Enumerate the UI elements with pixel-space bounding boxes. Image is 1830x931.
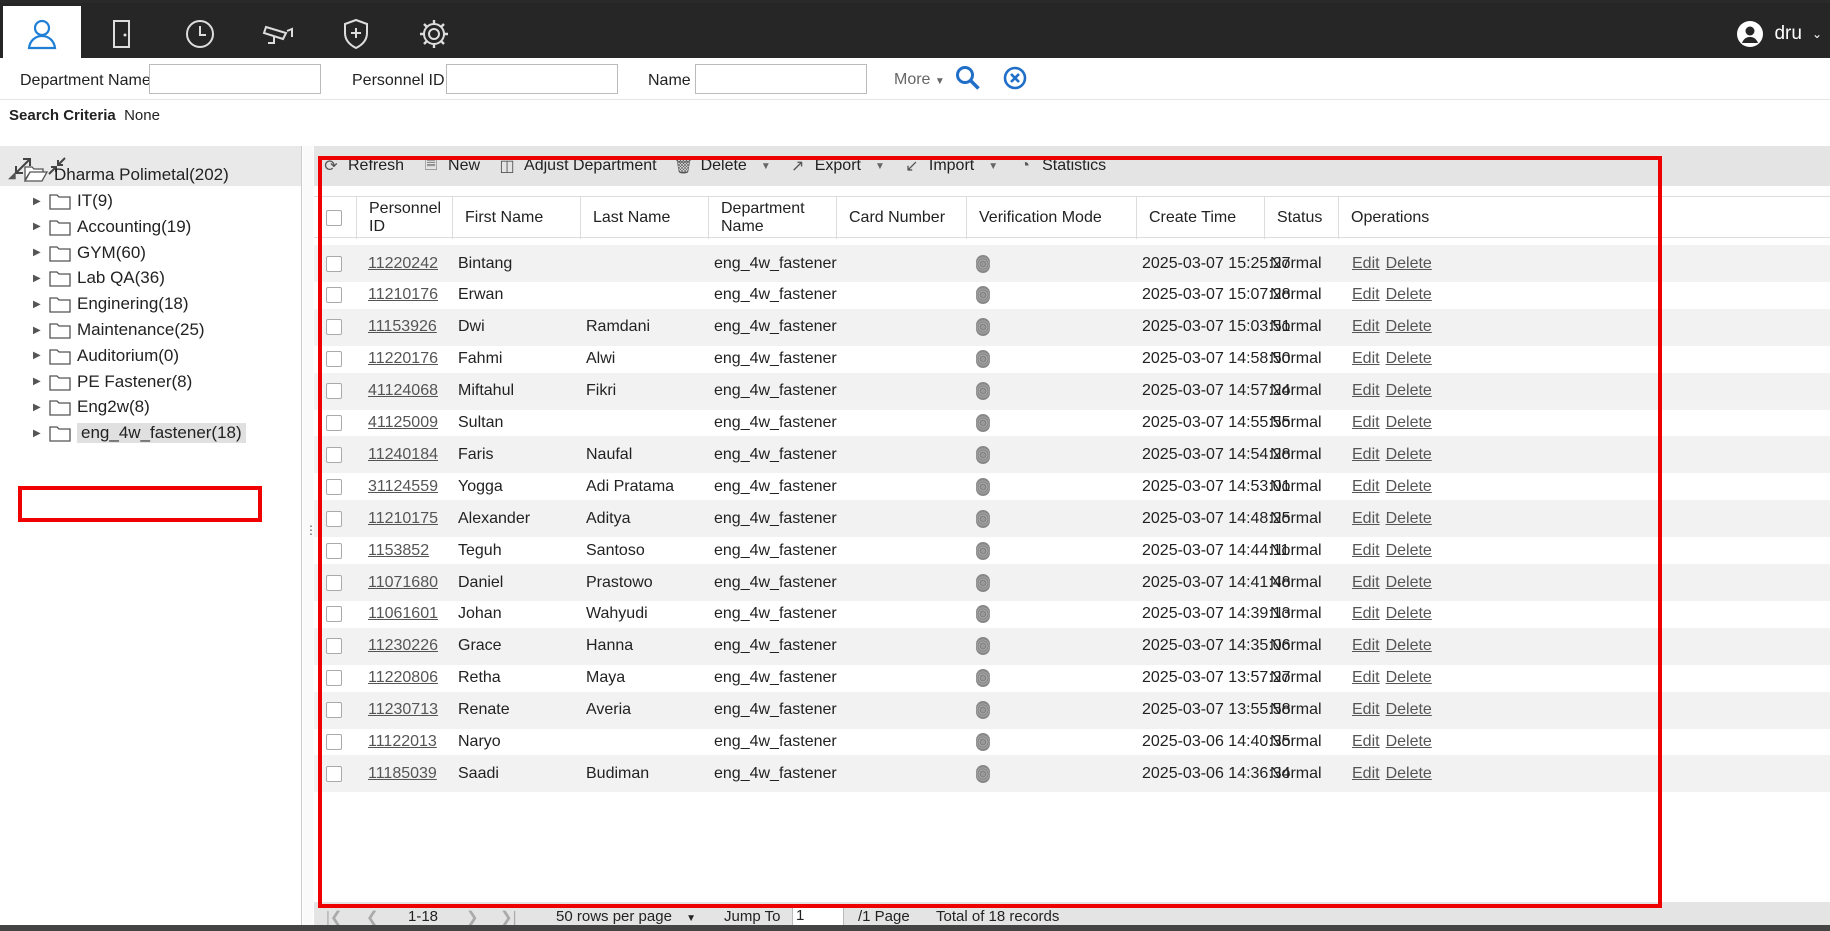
gear-icon xyxy=(420,19,448,48)
page-count: /1 Page xyxy=(858,908,910,925)
more-filters-button[interactable]: More ▼ xyxy=(894,71,945,89)
tree-item[interactable]: ▶ Lab QA(36) xyxy=(33,265,165,291)
door-icon xyxy=(113,19,130,48)
personnel-nav-button[interactable] xyxy=(3,6,81,61)
tree-item[interactable]: ▶ IT(9) xyxy=(33,188,113,214)
folder-icon xyxy=(49,218,71,236)
system-nav-button[interactable] xyxy=(395,6,473,61)
more-label: More xyxy=(894,71,931,88)
window-bottom-border xyxy=(0,925,1830,931)
caret-right-icon[interactable]: ▶ xyxy=(33,376,43,387)
cctv-icon xyxy=(262,25,293,44)
clock-icon xyxy=(186,19,214,48)
shield-plus-icon xyxy=(344,18,368,49)
search-icon[interactable] xyxy=(955,65,981,91)
folder-icon xyxy=(49,295,71,313)
tree-item[interactable]: ▶ eng_4w_fastener(18) xyxy=(33,420,246,446)
caret-down-icon: ▼ xyxy=(686,913,696,924)
search-bar: Department Name Personnel ID Name More ▼ xyxy=(0,58,1830,100)
rows-per-page-value: 50 rows per page xyxy=(556,908,672,925)
page-range: 1-18 xyxy=(408,908,439,925)
name-label: Name xyxy=(648,72,691,89)
tree-item[interactable]: ▶ Accounting(19) xyxy=(33,214,191,240)
highlight-box-grid xyxy=(318,156,1662,908)
person-icon xyxy=(27,19,57,49)
caret-right-icon[interactable]: ▶ xyxy=(33,247,43,258)
caret-right-icon[interactable]: ▶ xyxy=(33,350,43,361)
tree-item[interactable]: ▶ GYM(60) xyxy=(33,240,146,266)
department-name-input[interactable] xyxy=(149,64,321,94)
tree-root-item[interactable]: ◢ Dharma Polimetal(202) xyxy=(8,162,229,188)
tree-item[interactable]: ▶ Maintenance(25) xyxy=(33,317,205,343)
tree-item-label: Maintenance(25) xyxy=(77,320,205,339)
folder-icon xyxy=(49,192,71,210)
attendance-nav-button[interactable] xyxy=(161,6,239,61)
folder-icon xyxy=(49,347,71,365)
highlight-box-tree-item xyxy=(18,486,262,522)
caret-right-icon[interactable]: ▶ xyxy=(33,428,43,439)
folder-icon xyxy=(49,424,71,442)
next-page-icon[interactable]: ❯ xyxy=(466,908,479,926)
security-nav-button[interactable] xyxy=(317,6,395,61)
prev-page-icon[interactable]: ❮ xyxy=(366,908,379,926)
tree-root-label: Dharma Polimetal(202) xyxy=(54,165,229,184)
folder-icon xyxy=(49,398,71,417)
tree-item[interactable]: ▶ Enginering(18) xyxy=(33,291,189,317)
department-tree-panel: ◢ Dharma Polimetal(202) ▶ IT(9) ▶ Accounting(… xyxy=(0,146,302,931)
tree-item[interactable]: ▶ PE Fastener(8) xyxy=(33,369,192,395)
panel-splitter[interactable] xyxy=(303,146,313,931)
access-nav-button[interactable] xyxy=(83,6,161,61)
folder-icon xyxy=(49,321,71,339)
personnel-id-label: Personnel ID xyxy=(352,72,445,89)
video-nav-button[interactable] xyxy=(239,6,317,61)
caret-right-icon[interactable]: ▶ xyxy=(33,196,43,207)
username: dru xyxy=(1774,23,1802,44)
caret-right-icon[interactable]: ▶ xyxy=(33,325,43,336)
tree-item[interactable]: ▶ Auditorium(0) xyxy=(33,343,179,369)
tree-item-label: PE Fastener(8) xyxy=(77,371,193,391)
last-page-icon[interactable]: ❯| xyxy=(500,908,516,926)
clear-icon[interactable] xyxy=(1003,66,1027,90)
tree-item-label: eng_4w_fastener(18) xyxy=(77,423,246,444)
folder-icon xyxy=(49,373,71,391)
chevron-down-icon: ⌄ xyxy=(1811,27,1822,41)
name-input[interactable] xyxy=(695,64,867,94)
user-avatar-icon xyxy=(1737,21,1764,47)
open-folder-icon xyxy=(23,164,49,187)
tree-item-label: IT(9) xyxy=(77,191,113,210)
folder-icon xyxy=(49,269,71,288)
caret-expanded-icon[interactable]: ◢ xyxy=(8,170,18,181)
criteria-value: None xyxy=(124,107,160,124)
folder-icon xyxy=(49,244,71,262)
tree-item[interactable]: ▶ Eng2w(8) xyxy=(33,394,150,420)
search-criteria: Search Criteria None xyxy=(9,107,160,124)
caret-right-icon[interactable]: ▶ xyxy=(33,299,43,310)
top-navigation-bar: dru ⌄ xyxy=(0,0,1830,61)
tree-item-label: Auditorium(0) xyxy=(77,345,180,365)
personnel-id-input[interactable] xyxy=(446,64,618,94)
caret-down-icon: ▼ xyxy=(934,76,945,87)
caret-right-icon[interactable]: ▶ xyxy=(33,273,43,284)
department-name-label: Department Name xyxy=(20,72,151,89)
caret-right-icon[interactable]: ▶ xyxy=(33,402,43,413)
tree-item-label: Lab QA(36) xyxy=(77,268,165,288)
tree-item-label: Accounting(19) xyxy=(77,216,192,236)
jump-to-label: Jump To xyxy=(724,908,781,925)
tree-item-label: Eng2w(8) xyxy=(77,397,150,417)
first-page-icon[interactable]: |❮ xyxy=(326,908,342,926)
tree-item-label: Enginering(18) xyxy=(77,294,189,314)
caret-right-icon[interactable]: ▶ xyxy=(33,221,43,232)
total-records: Total of 18 records xyxy=(936,908,1060,925)
rows-per-page-select[interactable]: 50 rows per page ▼ xyxy=(556,908,696,925)
criteria-label: Search Criteria xyxy=(9,107,116,124)
user-menu[interactable]: dru ⌄ xyxy=(1736,19,1822,49)
tree-item-label: GYM(60) xyxy=(77,242,146,262)
